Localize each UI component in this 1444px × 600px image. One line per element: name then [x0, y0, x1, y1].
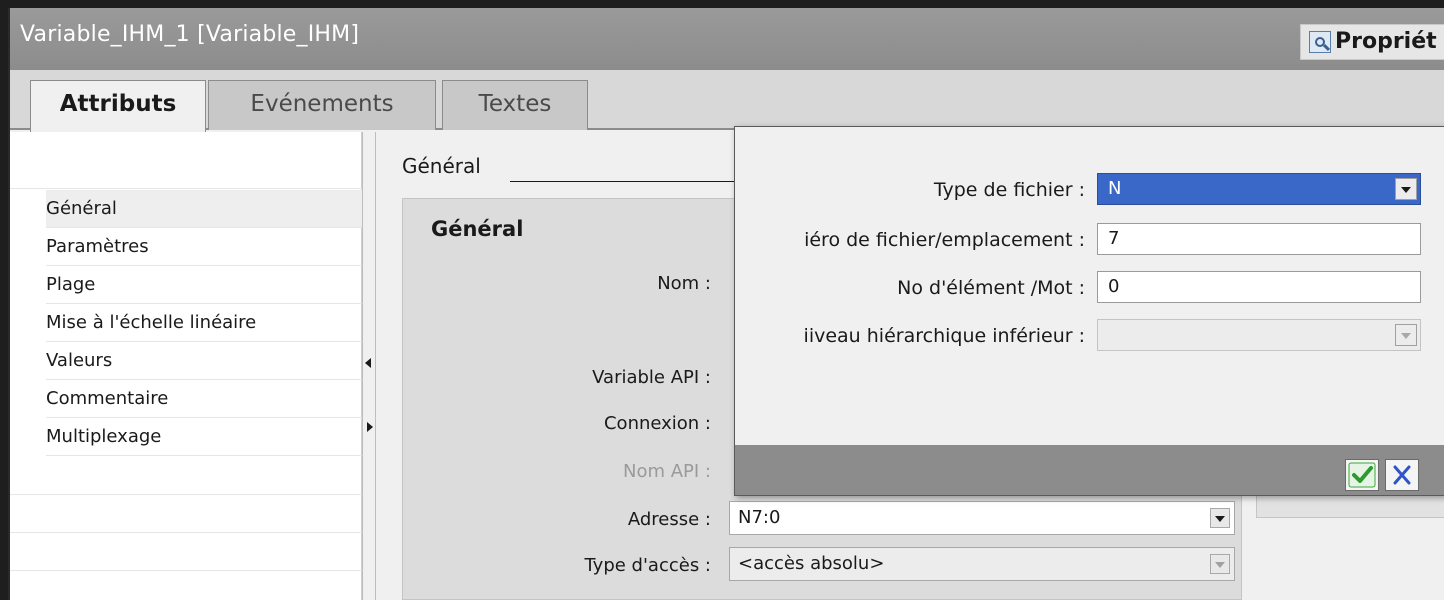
chevron-down-icon [1215, 562, 1225, 568]
confirm-button[interactable] [1345, 459, 1379, 491]
nav-item-multiplexage[interactable]: Multiplexage [46, 418, 362, 456]
tab-textes[interactable]: Textes [442, 80, 588, 130]
element-label: No d'élément /Mot : [897, 277, 1085, 299]
properties-window: Variable_IHM_1 [Variable_IHM] Propriét A… [8, 8, 1444, 600]
access-type-label: Type d'accès : [584, 555, 711, 576]
nav-item-mise-a-echelle[interactable]: Mise à l'échelle linéaire [46, 304, 362, 342]
window-title: Variable_IHM_1 [Variable_IHM] [20, 22, 360, 47]
address-label: Adresse : [627, 509, 711, 530]
cancel-button[interactable] [1385, 459, 1419, 491]
collapse-left-arrow-icon[interactable] [365, 358, 371, 368]
file-type-dropdown-button[interactable] [1395, 178, 1417, 200]
chevron-down-icon [1401, 187, 1411, 193]
nav-item-plage[interactable]: Plage [46, 266, 362, 304]
tab-bar: Attributs Evénements Textes [10, 70, 1444, 132]
access-type-combo[interactable]: <accès absolu> [729, 547, 1235, 581]
api-variable-label: Variable API : [592, 367, 711, 388]
address-popup: Type de fichier : N iéro de fichier/empl… [734, 126, 1444, 496]
properties-tab-label: Propriét [1335, 29, 1437, 54]
properties-magnifier-icon [1309, 31, 1331, 53]
address-value: N7:0 [738, 507, 781, 528]
properties-tab[interactable]: Propriét [1300, 24, 1444, 60]
file-number-value: 7 [1108, 228, 1120, 249]
nav-item-parametres[interactable]: Paramètres [46, 228, 362, 266]
access-type-dropdown-button[interactable] [1210, 554, 1230, 574]
sublevel-dropdown-button[interactable] [1395, 324, 1417, 346]
connection-label: Connexion : [603, 413, 711, 434]
title-bar: Variable_IHM_1 [Variable_IHM] Propriét [10, 8, 1444, 70]
element-input[interactable]: 0 [1097, 271, 1421, 303]
address-combo[interactable]: N7:0 [729, 501, 1235, 535]
expand-right-arrow-icon[interactable] [367, 422, 373, 432]
sublevel-select[interactable] [1097, 319, 1421, 351]
file-type-label: Type de fichier : [933, 179, 1085, 201]
section-header: Général [402, 154, 481, 178]
group-title: Général [431, 217, 524, 241]
chevron-down-icon [1401, 333, 1411, 339]
sublevel-label: iiveau hiérarchique inférieur : [803, 325, 1085, 347]
tab-evenements[interactable]: Evénements [208, 80, 436, 130]
file-number-input[interactable]: 7 [1097, 223, 1421, 255]
file-number-label: iéro de fichier/emplacement : [804, 229, 1085, 251]
nav-item-commentaire[interactable]: Commentaire [46, 380, 362, 418]
file-type-value: N [1108, 178, 1122, 199]
file-type-select[interactable]: N [1097, 173, 1421, 205]
popup-footer [735, 445, 1444, 495]
close-x-icon [1393, 465, 1411, 485]
address-dropdown-button[interactable] [1210, 508, 1230, 528]
left-navigation: Général Paramètres Plage Mise à l'échell… [10, 132, 362, 600]
name-label: Nom : [657, 273, 711, 294]
access-type-value: <accès absolu> [738, 553, 885, 574]
chevron-down-icon [1215, 516, 1225, 522]
panel-splitter[interactable] [362, 132, 376, 600]
nav-item-valeurs[interactable]: Valeurs [46, 342, 362, 380]
nav-item-general[interactable]: Général [46, 190, 362, 228]
element-value: 0 [1108, 276, 1120, 297]
api-name-label: Nom API : [623, 461, 711, 482]
tab-attributs[interactable]: Attributs [30, 80, 206, 132]
checkmark-icon [1348, 462, 1376, 488]
